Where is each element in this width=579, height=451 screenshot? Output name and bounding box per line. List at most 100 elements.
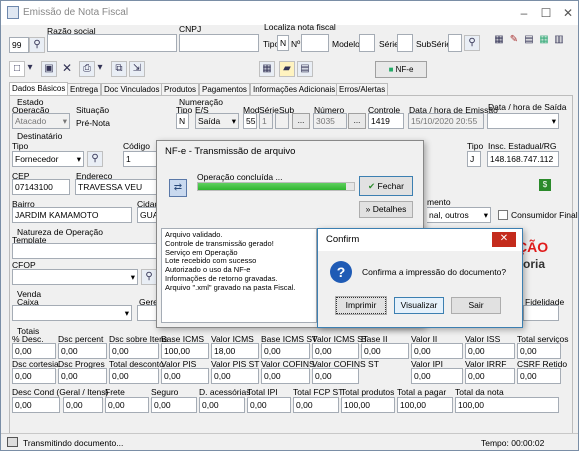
numero-input[interactable]: 3035 [313,113,347,129]
row3-value[interactable]: 0,00 [12,397,60,413]
chevron-down-icon[interactable]: ▾ [25,61,35,77]
serie-input[interactable] [397,34,413,52]
print-icon[interactable]: ⎙ [79,61,95,77]
ellipsis-button[interactable]: ... [348,113,366,129]
maximize-icon[interactable]: ☐ [538,6,554,20]
row1-value[interactable]: 0,00 [465,343,515,359]
search-icon[interactable]: ⚲ [464,35,480,51]
bairro-input[interactable]: JARDIM KAMAMOTO [12,207,132,223]
grid-icon[interactable]: ▦ [491,33,507,49]
row1-value[interactable]: 0,00 [361,343,409,359]
mod-input[interactable]: 55 [243,113,257,129]
row1-value[interactable]: 0,00 [411,343,463,359]
row2-value[interactable]: 0,00 [58,368,107,384]
ie-label: Insc. Estadual/RG [488,141,557,151]
tab-dados-basicos[interactable]: Dados Básicos [9,82,69,96]
copy-icon[interactable]: ⧉ [111,61,127,77]
dest-tipo2-input[interactable]: J [467,151,481,167]
row1-value[interactable]: 18,00 [211,343,259,359]
row3-value[interactable]: 0,00 [199,397,245,413]
subserie-input[interactable] [448,34,462,52]
cnpj-label: CNPJ [179,24,202,34]
row3-value[interactable]: 100,00 [341,397,395,413]
search-icon[interactable]: ⚲ [87,151,103,167]
row1-value[interactable]: 0,00 [58,343,107,359]
chevron-down-icon[interactable]: ▾ [95,61,105,77]
row3-value[interactable]: 100,00 [397,397,453,413]
tools-icon[interactable]: ✎ [506,33,522,49]
export-icon[interactable]: ⇲ [129,61,145,77]
razao-social-input[interactable] [47,34,177,52]
row3-value[interactable]: 0,00 [293,397,339,413]
consumo-label: mento [427,197,451,207]
row2-value[interactable]: 0,00 [109,368,159,384]
calendar-icon[interactable]: ▤ [521,33,537,49]
cfop-input[interactable]: ▾ [12,269,138,285]
open-icon[interactable]: ▣ [41,61,57,77]
row3-value[interactable]: 0,00 [105,397,149,413]
fidelidade-input[interactable] [523,305,559,321]
imprimir-button[interactable]: Imprimir [335,296,387,315]
codigo-input[interactable]: 1 [123,151,159,167]
consumo-select[interactable]: nal, outros ▾ [427,207,491,223]
fechar-button[interactable]: ✔ Fechar [359,176,413,196]
row3-value[interactable]: 0,00 [247,397,291,413]
ie-input[interactable]: 148.168.747.112 [487,151,559,167]
row2-value[interactable]: 0,00 [12,368,56,384]
caixa-select[interactable]: ▾ [12,305,132,321]
search-icon[interactable]: ⚲ [29,37,45,53]
close-icon[interactable]: ✕ [560,6,576,20]
num-serie-input[interactable]: 1 [259,113,273,129]
row1-value[interactable]: 0,00 [109,343,159,359]
es-select[interactable]: Saída ▾ [195,113,239,129]
company-code-input[interactable]: 99 [9,37,29,53]
consumidor-final-checkbox[interactable] [498,210,508,220]
numero-search-input[interactable] [301,34,329,52]
list-icon[interactable]: ▥ [551,33,567,49]
nfe-button[interactable]: ■ NF-e [375,61,427,78]
row3-value[interactable]: 0,00 [151,397,197,413]
row3-value[interactable]: 0,00 [63,397,103,413]
operacao-select[interactable]: Atacado ▾ [12,113,70,129]
delete-icon[interactable]: ✕ [59,61,75,77]
new-document-icon[interactable]: □ [9,61,25,77]
num-tipo-input[interactable]: N [176,113,189,129]
table-icon[interactable]: ▤ [297,61,313,77]
row2-value[interactable]: 0,00 [411,368,463,384]
row1-value[interactable]: 0,00 [261,343,310,359]
row1-value[interactable]: 100,00 [161,343,209,359]
row2-value[interactable]: 0,00 [161,368,209,384]
row1-value[interactable]: 0,00 [312,343,359,359]
chevron-down-icon: ▾ [551,116,556,126]
row2-value[interactable]: 0,00 [211,368,259,384]
cep-input[interactable]: 07143100 [12,179,70,195]
row1-value[interactable]: 0,00 [12,343,56,359]
sub-input[interactable] [275,113,289,129]
row2-value[interactable]: 0,00 [261,368,310,384]
row2-value[interactable]: 0,00 [517,368,561,384]
ellipsis-button[interactable]: ... [292,113,310,129]
folder-icon[interactable]: ▰ [279,61,295,77]
detalhes-button[interactable]: » Detalhes [359,201,413,218]
row1-value[interactable]: 0,00 [517,343,561,359]
row2-value[interactable]: 0,00 [312,368,359,384]
sair-button[interactable]: Sair [451,297,501,314]
tipo-input[interactable]: N [277,35,289,51]
calculator-icon[interactable]: ▦ [259,61,275,77]
visualizar-button[interactable]: Visualizar [394,297,444,314]
cnpj-input[interactable] [179,34,259,52]
row2-value[interactable]: 0,00 [465,368,515,384]
template-input[interactable] [12,243,159,259]
endereco-input[interactable]: TRAVESSA VEU [75,179,159,195]
data-emissao-input[interactable]: 15/10/2020 20:55▾ [408,113,484,129]
data-saida-input[interactable]: ▾ [487,113,559,129]
search-icon[interactable]: ⚲ [141,269,157,285]
close-button[interactable]: ✕ [492,232,516,247]
minimize-icon[interactable]: – [516,6,532,20]
controle-input[interactable]: 1419 [368,113,404,129]
dest-tipo-select[interactable]: Fornecedor ▾ [12,151,84,167]
table-icon[interactable]: ▦ [536,33,552,49]
row3-value[interactable]: 100,00 [455,397,559,413]
modelo-input[interactable] [359,34,375,52]
money-icon[interactable]: $ [539,179,551,191]
